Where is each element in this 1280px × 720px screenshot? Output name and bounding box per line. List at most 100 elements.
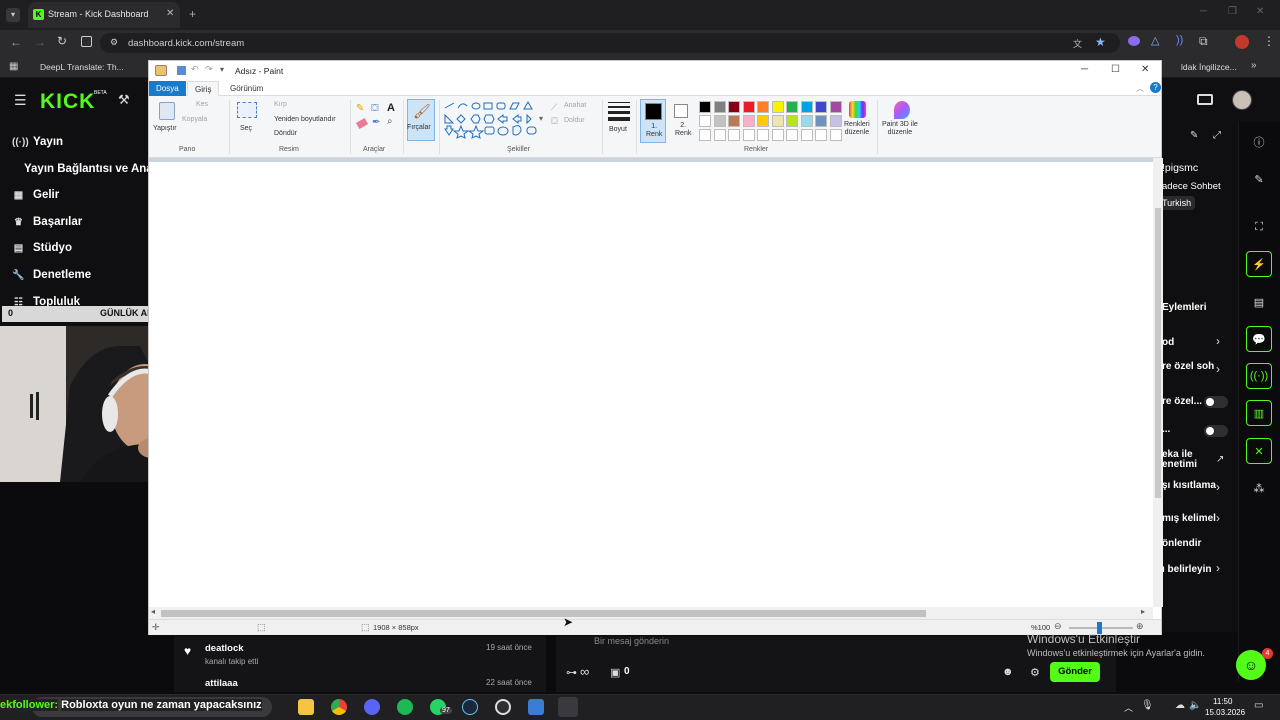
sidebar-item-yayin-baglantisi[interactable]: Yayın Bağlantısı ve Anah <box>24 163 148 175</box>
empty-custom-swatch[interactable] <box>728 129 740 141</box>
file-explorer-icon[interactable] <box>298 699 314 715</box>
fill-bucket-icon[interactable]: ⛋ <box>371 103 379 114</box>
paint3d-icon[interactable] <box>894 101 910 119</box>
palette-swatch[interactable] <box>699 115 711 127</box>
chat-settings-icon[interactable]: ⚙ <box>1030 666 1040 679</box>
palette-swatch[interactable] <box>786 101 798 113</box>
empty-custom-swatch[interactable] <box>771 129 784 141</box>
spotify-icon[interactable] <box>397 699 413 715</box>
edit-icon[interactable]: ✎ <box>1246 166 1272 192</box>
size-icon[interactable] <box>608 102 630 121</box>
action-item[interactable]: ... <box>1162 424 1170 435</box>
select-button[interactable]: Seç <box>240 125 252 132</box>
chrome-icon[interactable] <box>331 699 347 715</box>
new-tab-icon[interactable]: + <box>189 7 196 21</box>
drawing-canvas[interactable] <box>149 162 1153 608</box>
help-icon[interactable]: ? <box>1150 82 1161 93</box>
palette-swatch[interactable] <box>800 101 813 113</box>
close-window-icon[interactable]: ✕ <box>1256 6 1264 17</box>
action-item[interactable]: önlendir <box>1162 538 1201 549</box>
color2-button[interactable]: 2. Renk <box>669 99 695 143</box>
bookmark-ingilizce[interactable]: ldak İngilizce... <box>1181 62 1237 72</box>
empty-custom-swatch[interactable] <box>699 129 711 141</box>
kick-logo[interactable]: KICK <box>40 90 95 114</box>
action-item[interactable]: re özel... <box>1162 396 1202 407</box>
palette-swatch[interactable] <box>829 101 842 113</box>
palette-swatch[interactable] <box>800 115 813 127</box>
info-icon[interactable]: ⓘ <box>1246 129 1272 155</box>
more-bookmarks-icon[interactable]: » <box>1251 60 1257 71</box>
browser-tab[interactable]: K Stream - Kick Dashboard ✕ <box>28 2 180 28</box>
paint-taskbar-icon[interactable] <box>558 697 578 717</box>
size-button[interactable]: Boyut <box>609 126 627 133</box>
url-field[interactable]: ⚙ dashboard.kick.com/stream 文 ★ <box>100 33 1120 53</box>
save-icon[interactable] <box>177 66 186 75</box>
resize-button[interactable]: Yeniden boyutlandır <box>274 116 336 123</box>
clock-date[interactable]: 15.03.2026 <box>1205 708 1245 717</box>
tab-home[interactable]: Giriş <box>187 81 220 96</box>
close-icon[interactable]: ✕ <box>1141 64 1149 75</box>
forward-icon[interactable]: → <box>34 35 46 49</box>
edit-pencil-icon[interactable]: ✎ <box>1190 130 1198 141</box>
activity-user[interactable]: attilaaa <box>205 678 238 689</box>
palette-swatch[interactable] <box>815 115 827 127</box>
maximize-icon[interactable]: ☐ <box>1111 64 1120 75</box>
zoom-in-icon[interactable]: ⊕ <box>1136 621 1144 632</box>
undo-icon[interactable]: ↶ <box>191 64 199 75</box>
tab-view[interactable]: Görünüm <box>223 81 270 96</box>
wrench-icon[interactable]: ✕ <box>1246 438 1272 464</box>
empty-custom-swatch[interactable] <box>815 129 827 141</box>
discord-icon[interactable] <box>364 699 380 715</box>
broadcast-icon[interactable]: ((·)) <box>1246 363 1272 389</box>
palette-swatch[interactable] <box>786 115 798 127</box>
action-item[interactable]: şı kısıtlama <box>1162 480 1216 491</box>
sidebar-item-gelir[interactable]: ▦ Gelir <box>12 189 59 201</box>
network-icon[interactable]: ☁ <box>1175 700 1185 711</box>
palette-swatch[interactable] <box>742 115 755 127</box>
extension-icon[interactable]: △ <box>1151 34 1159 47</box>
color-picker-icon[interactable]: ✒ <box>372 117 380 128</box>
action-item[interactable]: re özel soh <box>1162 361 1214 372</box>
activity-user[interactable]: deatlock <box>205 643 244 654</box>
palette-swatch[interactable] <box>771 101 784 113</box>
pencil-icon[interactable]: ✎ <box>356 103 364 114</box>
empty-custom-swatch[interactable] <box>742 129 755 141</box>
profile-avatar-icon[interactable] <box>1235 35 1249 49</box>
empty-custom-swatch[interactable] <box>800 129 813 141</box>
shapes-gallery[interactable] <box>443 101 543 141</box>
reload-icon[interactable]: ↻ <box>57 34 67 48</box>
scroll-left-icon[interactable]: ◂ <box>151 607 155 616</box>
notifications-icon[interactable]: ▭ <box>1254 700 1263 711</box>
extension-icon[interactable] <box>1128 36 1140 46</box>
zoom-out-icon[interactable]: ⊖ <box>1054 621 1062 632</box>
fill-button[interactable]: Doldur <box>564 117 585 124</box>
apps-grid-icon[interactable]: ▦ <box>9 61 18 72</box>
color1-button[interactable]: 1. Renk <box>640 99 666 143</box>
palette-swatch[interactable] <box>757 101 769 113</box>
back-icon[interactable]: ← <box>10 35 22 49</box>
chat-input[interactable]: Bir mesaj gönderin <box>594 636 669 646</box>
magnifier-icon[interactable]: ⌕ <box>387 116 393 127</box>
dashboard-icon[interactable] <box>1197 94 1213 105</box>
maximize-window-icon[interactable]: ❐ <box>1228 6 1237 17</box>
emote-icon[interactable]: ☻ <box>1002 666 1014 678</box>
tray-chevron-icon[interactable]: ︿ <box>1124 701 1133 714</box>
sidebar-item-denetleme[interactable]: 🔧 Denetleme <box>12 269 91 281</box>
layout-icon[interactable]: ▥ <box>1246 400 1272 426</box>
hamburger-menu-icon[interactable]: ☰ <box>14 92 27 109</box>
steam-icon[interactable] <box>462 699 478 715</box>
volume-icon[interactable]: 🔈 <box>1189 700 1201 711</box>
palette-swatch[interactable] <box>815 101 827 113</box>
sidebar-toggle-icon[interactable] <box>81 36 92 47</box>
action-item[interactable]: mış kelimel <box>1162 513 1216 524</box>
zoom-slider[interactable] <box>1069 622 1133 634</box>
action-item[interactable]: eka ile enetimi <box>1162 450 1197 470</box>
extensions-puzzle-icon[interactable]: ⧉ <box>1199 34 1208 49</box>
chat-icon[interactable]: 💬 <box>1246 326 1272 352</box>
sliders-icon[interactable]: ⊶ <box>566 666 577 679</box>
text-icon[interactable]: A <box>387 102 395 114</box>
mic-icon[interactable]: 🎙 <box>1141 700 1154 711</box>
rotate-button[interactable]: Döndür <box>274 130 297 137</box>
document-icon[interactable]: ▤ <box>1246 289 1272 315</box>
eraser-icon[interactable] <box>355 117 369 130</box>
